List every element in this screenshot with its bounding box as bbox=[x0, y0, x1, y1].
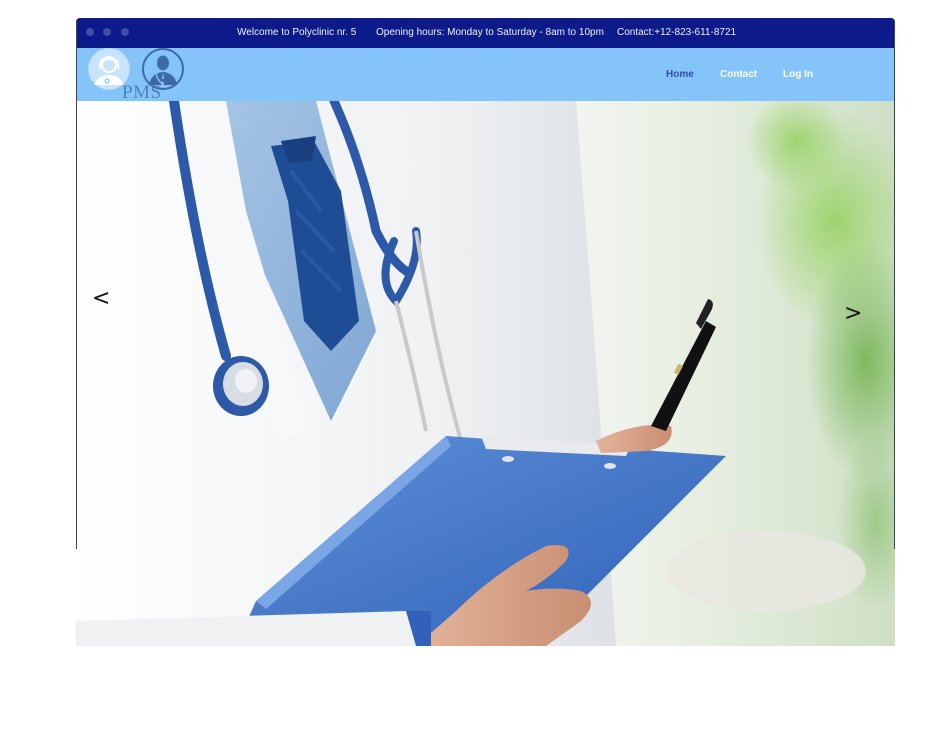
main-navbar: PMS Home Contact Log In bbox=[76, 48, 895, 103]
site-logo[interactable]: PMS bbox=[86, 48, 186, 103]
nav-contact-link[interactable]: Contact bbox=[720, 69, 757, 80]
window-minimize-dot[interactable] bbox=[103, 28, 111, 36]
top-info-bar: Welcome to Polyclinic nr. 5 Opening hour… bbox=[76, 18, 895, 48]
opening-hours-text: Opening hours: Monday to Saturday - 8am … bbox=[376, 27, 604, 38]
contact-phone-text: Contact:+12-823-611-8721 bbox=[617, 27, 737, 38]
hero-carousel: < > bbox=[76, 101, 895, 646]
doctor-with-clipboard-photo bbox=[76, 101, 895, 646]
welcome-text: Welcome to Polyclinic nr. 5 bbox=[237, 27, 357, 38]
browser-window: Welcome to Polyclinic nr. 5 Opening hour… bbox=[76, 18, 895, 646]
nav-home-link[interactable]: Home bbox=[666, 69, 694, 80]
nav-login-link[interactable]: Log In bbox=[783, 69, 813, 80]
window-close-dot[interactable] bbox=[86, 28, 94, 36]
carousel-next-arrow[interactable]: > bbox=[844, 303, 862, 325]
window-maximize-dot[interactable] bbox=[121, 28, 129, 36]
carousel-prev-arrow[interactable]: < bbox=[92, 288, 110, 310]
